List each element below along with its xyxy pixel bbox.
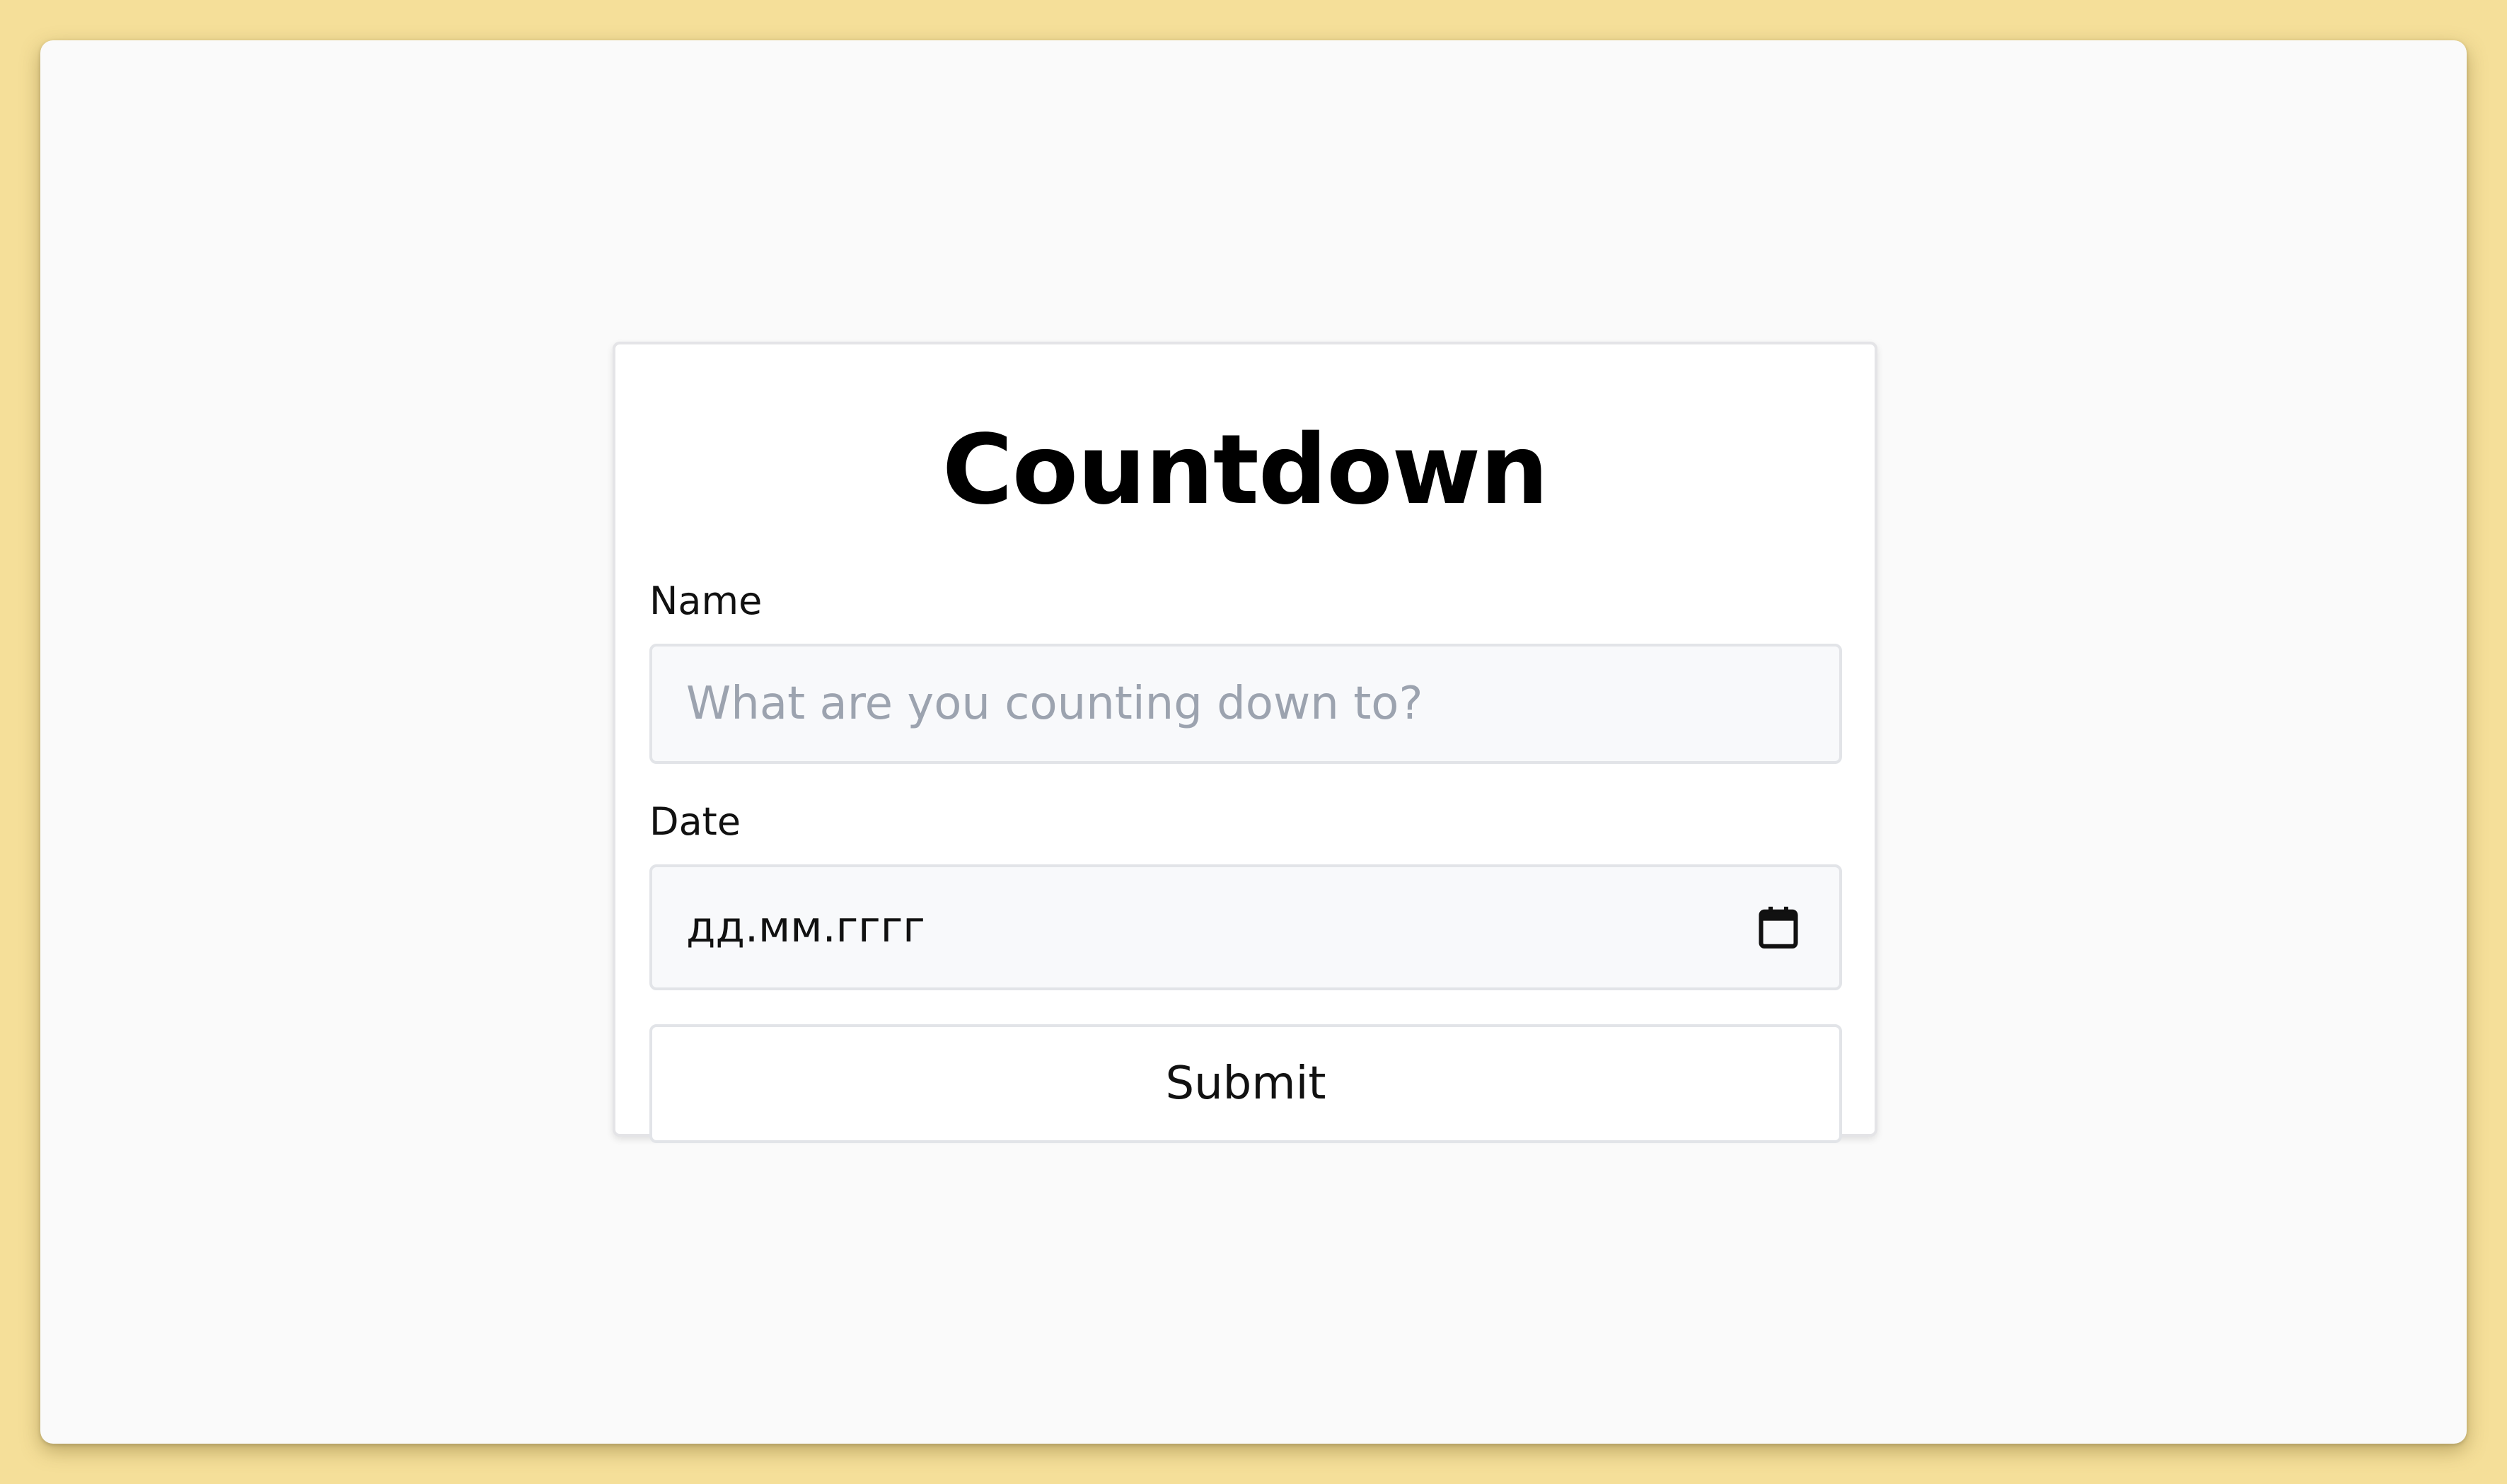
name-label: Name [649, 579, 763, 623]
app-window: Countdown Name What are you counting dow… [40, 40, 2467, 1444]
name-input-placeholder: What are you counting down to? [686, 678, 1423, 730]
submit-button[interactable]: Submit [649, 1024, 1842, 1143]
page-title: Countdown [942, 415, 1548, 526]
calendar-icon[interactable] [1759, 905, 1798, 949]
countdown-card: Countdown Name What are you counting dow… [613, 342, 1877, 1143]
date-label: Date [649, 799, 741, 844]
date-input[interactable]: дд.мм.гггг [649, 864, 1842, 990]
name-input[interactable]: What are you counting down to? [649, 644, 1842, 764]
date-input-display: дд.мм.гггг [686, 903, 925, 952]
